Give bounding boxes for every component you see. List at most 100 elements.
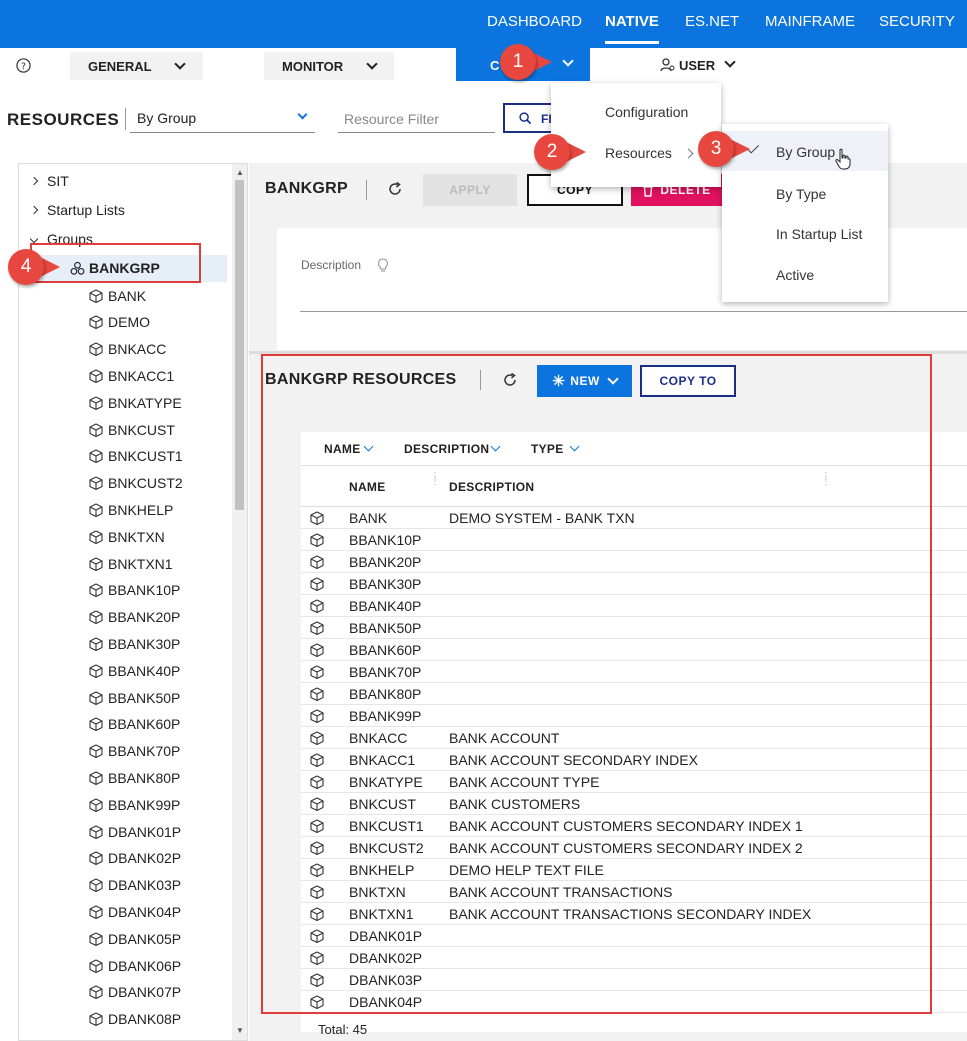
cube-icon [89, 690, 103, 705]
tree-leaf-label: DBANK02P [108, 850, 182, 867]
tree-leaf[interactable]: BBANK40P [89, 657, 180, 684]
resource-filter-input[interactable] [338, 105, 495, 133]
cube-icon [89, 637, 103, 651]
general-label: GENERAL [88, 58, 152, 74]
group-title: BANKGRP [265, 180, 348, 197]
tree-leaf[interactable]: BBANK10P [89, 577, 180, 604]
scrollbar-thumb[interactable] [235, 180, 244, 510]
tree-leaf[interactable]: BNKCUST [89, 416, 175, 443]
tree-leaf[interactable]: BNKTXN [89, 523, 165, 550]
chevron-down-icon [174, 58, 186, 70]
tree-leaf[interactable]: DBANK07P [89, 979, 181, 1006]
cube-icon [89, 958, 103, 973]
cube-icon [89, 932, 103, 946]
highlight-box-resources [261, 354, 932, 1014]
menu-item-in-startup-list[interactable]: In Startup List [776, 226, 862, 242]
description-field[interactable] [300, 311, 967, 312]
tree-node-sit[interactable]: SIT [29, 173, 69, 189]
tree-leaf[interactable]: BBANK20P [89, 604, 180, 631]
resource-tree: SIT Startup Lists Groups BANKGRP BANK DEM… [18, 163, 248, 1041]
nav-native[interactable]: NATIVE [605, 13, 659, 44]
help-icon[interactable]: ? [16, 58, 31, 73]
lightbulb-icon[interactable] [377, 258, 389, 274]
menu-item-by-type[interactable]: By Type [776, 186, 826, 202]
cube-icon [89, 396, 103, 410]
tree-leaf[interactable]: BANK [89, 282, 146, 309]
tree-leaf[interactable]: BNKACC1 [89, 362, 174, 389]
chevron-down-icon [297, 109, 308, 120]
config-label: C [490, 58, 500, 73]
apply-button[interactable]: APPLY [423, 174, 517, 206]
cube-icon [89, 288, 103, 303]
tree-leaf[interactable]: DBANK05P [89, 925, 181, 952]
tree-leaf[interactable]: BNKHELP [89, 496, 173, 523]
menu-item-resources[interactable]: Resources [605, 145, 672, 161]
chevron-down-icon [562, 55, 574, 67]
scroll-up-icon[interactable]: ▲ [236, 168, 244, 177]
cube-icon [89, 798, 103, 812]
tree-leaf-label: BBANK70P [108, 743, 181, 760]
chevron-down-icon [724, 56, 736, 68]
cube-icon [89, 315, 103, 330]
menu-item-active[interactable]: Active [776, 267, 814, 283]
user-menu[interactable]: USER [679, 58, 715, 73]
callout-number: 2 [534, 134, 570, 170]
callout-1: 1 [500, 44, 552, 80]
tree-leaf[interactable]: BBANK99P [89, 791, 180, 818]
nav-es-net[interactable]: ES.NET [685, 13, 739, 30]
svg-text:?: ? [21, 61, 26, 72]
tree-leaf[interactable]: BNKACC [89, 336, 166, 363]
chevron-right-icon [683, 148, 694, 159]
page-title: RESOURCES [7, 110, 120, 129]
nav-security[interactable]: SECURITY [879, 13, 955, 30]
tree-leaf[interactable]: BBANK80P [89, 764, 180, 791]
top-navigation-bar: DASHBOARD NATIVE ES.NET MAINFRAME SECURI… [0, 0, 967, 48]
tree-leaf[interactable]: BBANK70P [89, 738, 180, 765]
monitor-label: MONITOR [282, 58, 344, 74]
chevron-right-icon [29, 176, 39, 186]
cube-icon [89, 905, 103, 919]
tree-leaf-label: DBANK03P [108, 877, 182, 894]
tree-leaf-label: DBANK08P [108, 1011, 182, 1028]
menu-item-configuration[interactable]: Configuration [605, 104, 688, 120]
tree-leaf-label: DBANK04P [108, 903, 182, 920]
callout-number: 4 [8, 249, 44, 285]
cube-icon [89, 878, 103, 893]
tree-leaf[interactable]: DBANK06P [89, 952, 181, 979]
nav-dashboard[interactable]: DASHBOARD [487, 13, 582, 30]
callout-2: 2 [534, 134, 586, 170]
monitor-menu[interactable]: MONITOR [264, 52, 394, 80]
tree-leaf[interactable]: BBANK30P [89, 630, 180, 657]
scroll-down-icon[interactable]: ▼ [236, 1026, 244, 1035]
nav-mainframe[interactable]: MAINFRAME [765, 13, 855, 30]
tree-leaf-label: BNKATYPE [108, 394, 182, 411]
cube-icon [89, 583, 103, 598]
cube-icon [89, 717, 103, 732]
tree-leaf-label: BNKTXN1 [108, 555, 173, 572]
chevron-down-icon [366, 58, 378, 70]
tree-leaf[interactable]: DBANK04P [89, 898, 181, 925]
tree-leaf[interactable]: DBANK03P [89, 872, 181, 899]
tree-leaf-label: DEMO [108, 314, 150, 331]
tree-leaf[interactable]: BBANK50P [89, 684, 180, 711]
menu-item-by-group[interactable]: By Group [776, 144, 835, 160]
refresh-icon[interactable] [387, 181, 403, 197]
tree-leaf[interactable]: BNKTXN1 [89, 550, 173, 577]
callout-4: 4 [8, 249, 60, 285]
tree-leaf[interactable]: BNKCUST2 [89, 470, 183, 497]
search-icon [519, 112, 532, 125]
tree-node-startup-lists[interactable]: Startup Lists [29, 202, 125, 218]
tree-leaf[interactable]: DEMO [89, 309, 150, 336]
tree-leaf[interactable]: DBANK01P [89, 818, 181, 845]
view-select[interactable]: By Group [137, 110, 196, 126]
tree-leaf[interactable]: DBANK08P [89, 1006, 181, 1033]
tree-node-label: SIT [47, 173, 69, 189]
tree-leaf[interactable]: BBANK60P [89, 711, 180, 738]
tree-leaf[interactable]: DBANK02P [89, 845, 181, 872]
general-menu[interactable]: GENERAL [70, 52, 203, 80]
tree-leaf[interactable]: BNKCUST1 [89, 443, 183, 470]
callout-number: 1 [500, 44, 536, 80]
total-count: Total: 45 [318, 1022, 368, 1037]
tree-leaf[interactable]: BNKATYPE [89, 389, 182, 416]
tree-leaf-label: BBANK30P [108, 635, 181, 652]
